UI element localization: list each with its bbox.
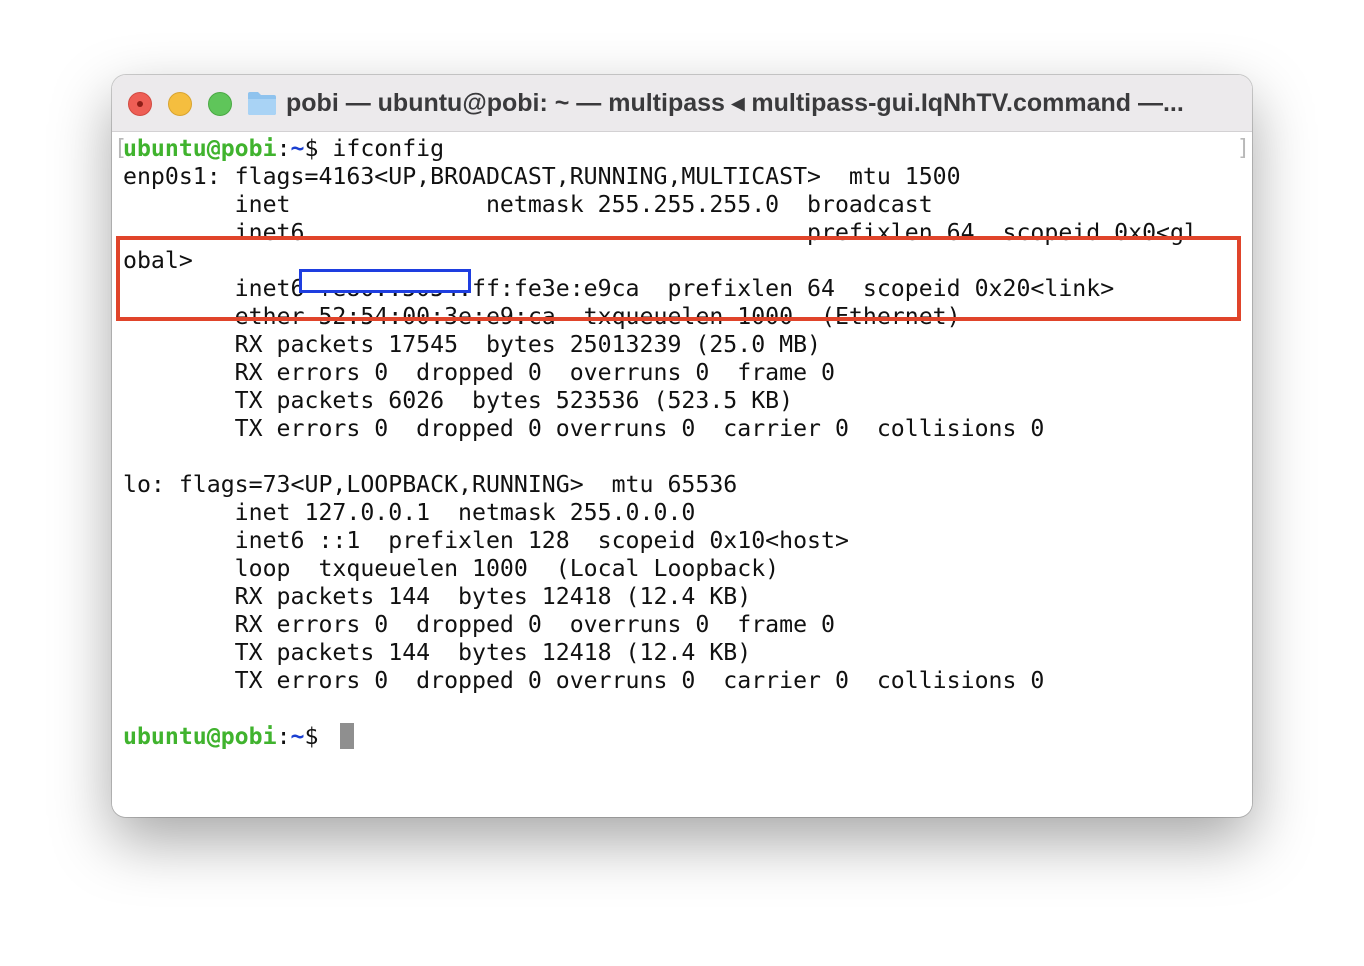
output-line: RX errors 0 dropped 0 overruns 0 frame 0	[123, 359, 835, 386]
window-title: pobi — ubuntu@pobi: ~ — multipass ◂ mult…	[286, 89, 1184, 117]
output-line: loop txqueuelen 1000 (Local Loopback)	[123, 555, 780, 582]
prompt-user: ubuntu@pobi	[123, 723, 277, 750]
terminal-output: ubuntu@pobi:~$ ifconfig enp0s1: flags=416…	[123, 135, 1198, 751]
zoom-button[interactable]	[208, 92, 232, 116]
output-line: inet6 ::1 prefixlen 128 scopeid 0x10<hos…	[123, 527, 849, 554]
title-bar[interactable]: pobi — ubuntu@pobi: ~ — multipass ◂ mult…	[112, 75, 1252, 132]
close-button[interactable]	[128, 92, 152, 116]
terminal-window: pobi — ubuntu@pobi: ~ — multipass ◂ mult…	[112, 75, 1252, 817]
highlight-box-red	[116, 236, 1241, 321]
output-line: TX packets 144 bytes 12418 (12.4 KB)	[123, 639, 752, 666]
output-line: enp0s1: flags=4163<UP,BROADCAST,RUNNING,…	[123, 163, 961, 190]
folder-icon	[248, 92, 276, 115]
mark-right-bracket: ]	[1236, 136, 1250, 161]
command-text: ifconfig	[332, 135, 445, 162]
output-line: RX errors 0 dropped 0 overruns 0 frame 0	[123, 611, 835, 638]
output-line: RX packets 17545 bytes 25013239 (25.0 MB…	[123, 331, 822, 358]
output-line: lo: flags=73<UP,LOOPBACK,RUNNING> mtu 65…	[123, 471, 738, 498]
output-line: TX packets 6026 bytes 523536 (523.5 KB)	[123, 387, 794, 414]
minimize-button[interactable]	[168, 92, 192, 116]
command-line: ubuntu@pobi:~$ ifconfig	[123, 135, 445, 162]
output-line: RX packets 144 bytes 12418 (12.4 KB)	[123, 583, 752, 610]
terminal-area[interactable]: [ ] ubuntu@pobi:~$ ifconfig enp0s1: flags…	[112, 132, 1252, 817]
prompt-dir: ~	[290, 723, 305, 750]
text-cursor	[340, 723, 355, 749]
output-line: TX errors 0 dropped 0 overruns 0 carrier…	[123, 415, 1045, 442]
redaction-box-blue	[299, 269, 471, 293]
output-line: inet 127.0.0.1 netmask 255.0.0.0	[123, 499, 696, 526]
output-line: inet netmask 255.255.255.0 broadcast	[123, 191, 933, 218]
output-line: TX errors 0 dropped 0 overruns 0 carrier…	[123, 667, 1045, 694]
prompt-user: ubuntu@pobi	[123, 135, 277, 162]
prompt-line[interactable]: ubuntu@pobi:~$	[123, 723, 1198, 751]
prompt-dir: ~	[290, 135, 305, 162]
